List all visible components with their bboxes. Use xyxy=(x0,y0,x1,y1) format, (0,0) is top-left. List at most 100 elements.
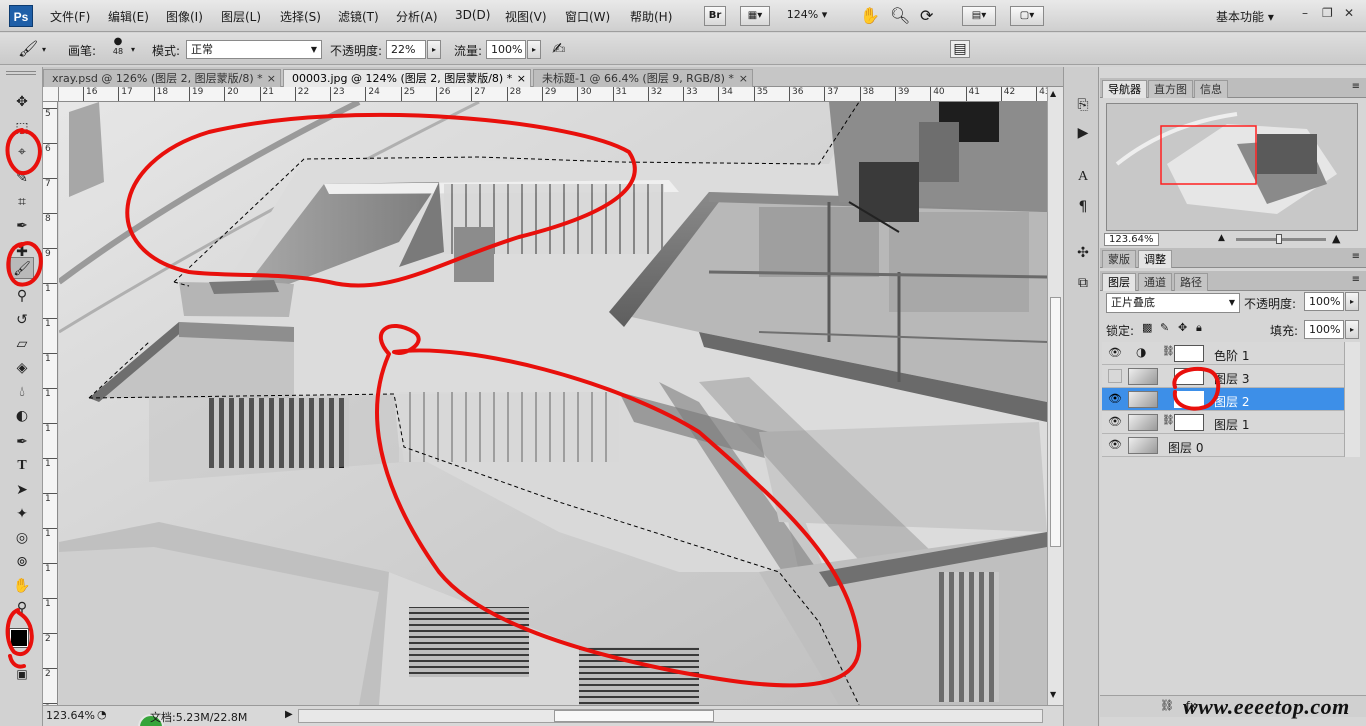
eye-icon[interactable]: 👁︎ xyxy=(1108,346,1122,360)
menu-filter[interactable]: 滤镜(T) xyxy=(338,8,379,25)
tab-adjustments[interactable]: 调整 xyxy=(1138,250,1172,268)
3d-rotate-tool-icon[interactable]: ◎ xyxy=(10,527,34,549)
zoom-level-dropdown[interactable]: 124% ▾ xyxy=(782,6,832,26)
dodge-tool-icon[interactable]: ◐ xyxy=(10,405,34,427)
type-tool-icon[interactable]: T xyxy=(10,455,34,477)
tab-close-icon[interactable]: × xyxy=(739,70,748,87)
status-info-icon[interactable]: ◔ xyxy=(97,708,107,721)
arrange-documents-icon[interactable]: ▤▾ xyxy=(962,6,996,26)
hand-tool-icon[interactable]: ✋ xyxy=(860,6,880,25)
lock-pixels-icon[interactable]: ✎ xyxy=(1160,321,1169,334)
navigator-preview[interactable] xyxy=(1106,103,1358,231)
pen-tool-icon[interactable]: ✒ xyxy=(10,431,34,453)
character-panel-icon[interactable]: A xyxy=(1073,167,1093,187)
ruler-horizontal[interactable]: 16 17 18 19 20 21 22 23 24 25 26 27 28 29 30 31 32 33 34 35… xyxy=(59,87,1047,102)
rotate-view-icon[interactable]: ⟳ xyxy=(920,6,933,25)
brush-panel-toggle-icon[interactable]: ▤ xyxy=(950,40,970,58)
navigator-slider-thumb[interactable] xyxy=(1276,234,1282,244)
fill-input[interactable]: 100% xyxy=(1304,320,1344,339)
layer-opacity-arrow[interactable]: ▸ xyxy=(1345,292,1359,311)
ruler-origin[interactable] xyxy=(43,87,59,102)
canvas-vertical-scrollbar[interactable]: ▲ ▼ xyxy=(1047,87,1063,705)
tab-layers[interactable]: 图层 xyxy=(1102,273,1136,291)
navigator-zoom-slider[interactable] xyxy=(1236,234,1326,244)
zoom-tool-icon[interactable]: 🔍︎ xyxy=(890,6,910,25)
lock-transparency-icon[interactable]: ▩ xyxy=(1142,321,1152,334)
layer-opacity-input[interactable]: 100% xyxy=(1304,292,1344,311)
hidden-eye-box[interactable]: · xyxy=(1108,369,1122,383)
eye-icon[interactable]: 👁︎ xyxy=(1108,415,1122,429)
flow-slider-arrow[interactable]: ▸ xyxy=(527,40,541,59)
brushes-panel-icon[interactable]: ✣ xyxy=(1073,243,1093,263)
menu-layer[interactable]: 图层(L) xyxy=(221,8,261,25)
shape-tool-icon[interactable]: ✦ xyxy=(10,503,34,525)
tab-masks[interactable]: 蒙版 xyxy=(1102,250,1136,268)
minimize-button[interactable]: – xyxy=(1302,6,1308,20)
tab-00003[interactable]: 00003.jpg @ 124% (图层 2, 图层蒙版/8) * × xyxy=(283,69,531,87)
link-layers-icon[interactable]: ⛓︎ xyxy=(1160,699,1174,712)
document-canvas[interactable] xyxy=(59,102,1047,705)
tab-channels[interactable]: 通道 xyxy=(1138,273,1172,291)
panel-menu-icon[interactable]: ≡ xyxy=(1352,81,1360,92)
zoom-in-icon[interactable]: ▲ xyxy=(1332,232,1340,245)
brush-tool-icon[interactable]: 🖌︎ xyxy=(10,257,34,279)
toolbox-grip[interactable] xyxy=(6,71,36,75)
menu-analysis[interactable]: 分析(A) xyxy=(396,8,438,25)
history-panel-icon[interactable]: ⎘ xyxy=(1073,95,1093,115)
eraser-tool-icon[interactable]: ▱ xyxy=(10,333,34,355)
history-brush-tool-icon[interactable]: ↺ xyxy=(10,309,34,331)
close-button[interactable]: ✕ xyxy=(1344,6,1354,20)
eye-icon[interactable]: 👁︎ xyxy=(1108,392,1122,406)
tab-xray[interactable]: xray.psd @ 126% (图层 2, 图层蒙版/8) * × xyxy=(43,69,281,87)
crop-tool-icon[interactable]: ⌗ xyxy=(10,191,34,213)
canvas-horizontal-scrollbar[interactable] xyxy=(298,709,1043,723)
polygonal-lasso-tool-icon[interactable]: ⌖ xyxy=(10,141,34,163)
layer-thumbnail[interactable] xyxy=(1128,391,1158,408)
layer-thumbnail[interactable] xyxy=(1128,437,1158,454)
opacity-input[interactable]: 22% xyxy=(386,40,426,59)
brush-picker-arrow[interactable]: ▾ xyxy=(131,45,135,54)
hand-tool-icon[interactable]: ✋ xyxy=(10,575,34,597)
navigator-zoom-input[interactable]: 123.64% xyxy=(1104,233,1159,246)
paragraph-panel-icon[interactable]: ¶ xyxy=(1073,197,1093,217)
tab-info[interactable]: 信息 xyxy=(1194,80,1228,98)
blend-mode-select[interactable]: 正片叠底 ▼ xyxy=(1106,293,1240,313)
status-zoom[interactable]: 123.64% xyxy=(46,709,95,722)
tab-close-icon[interactable]: × xyxy=(267,70,276,87)
tab-paths[interactable]: 路径 xyxy=(1174,273,1208,291)
clone-stamp-tool-icon[interactable]: ⚲ xyxy=(10,285,34,307)
lock-all-icon[interactable]: 🔒︎ xyxy=(1196,321,1202,335)
path-selection-tool-icon[interactable]: ➤ xyxy=(10,479,34,501)
foreground-color-swatch[interactable] xyxy=(9,628,29,648)
brush-preset-icon[interactable]: 🖌︎ xyxy=(18,39,38,58)
panel-menu-icon[interactable]: ≡ xyxy=(1352,251,1360,262)
menu-select[interactable]: 选择(S) xyxy=(280,8,321,25)
airbrush-icon[interactable]: ✍︎ xyxy=(552,39,565,58)
menu-view[interactable]: 视图(V) xyxy=(505,8,547,25)
menu-edit[interactable]: 编辑(E) xyxy=(108,8,149,25)
horizontal-scroll-thumb[interactable] xyxy=(554,710,714,722)
menu-help[interactable]: 帮助(H) xyxy=(630,8,672,25)
marquee-tool-icon[interactable]: ⬚ xyxy=(10,117,34,139)
lock-position-icon[interactable]: ✥ xyxy=(1178,321,1187,334)
clone-source-panel-icon[interactable]: ⧉ xyxy=(1073,273,1093,293)
move-tool-icon[interactable]: ✥ xyxy=(10,91,34,113)
flow-input[interactable]: 100% xyxy=(486,40,526,59)
tab-untitled[interactable]: 未标题-1 @ 66.4% (图层 9, RGB/8) * × xyxy=(533,69,753,87)
layer-name[interactable]: 图层 0 xyxy=(1168,439,1203,456)
tab-navigator[interactable]: 导航器 xyxy=(1102,80,1147,98)
panel-menu-icon[interactable]: ≡ xyxy=(1352,274,1360,285)
zoom-out-icon[interactable]: ▲ xyxy=(1218,233,1225,243)
tab-histogram[interactable]: 直方图 xyxy=(1148,80,1193,98)
scroll-down-arrow[interactable]: ▼ xyxy=(1050,690,1056,699)
bridge-button[interactable]: Br xyxy=(704,6,726,26)
mode-select[interactable]: 正常 ▼ xyxy=(186,40,322,59)
opacity-slider-arrow[interactable]: ▸ xyxy=(427,40,441,59)
workspace-switcher[interactable]: 基本功能 ▾ xyxy=(1216,8,1274,25)
status-menu-arrow[interactable]: ▶ xyxy=(285,709,293,720)
scroll-thumb[interactable] xyxy=(1050,297,1061,547)
menu-window[interactable]: 窗口(W) xyxy=(565,8,610,25)
fill-arrow[interactable]: ▸ xyxy=(1345,320,1359,339)
zoom-tool-icon[interactable]: ⚲ xyxy=(10,597,34,619)
tab-close-icon[interactable]: × xyxy=(517,70,526,87)
